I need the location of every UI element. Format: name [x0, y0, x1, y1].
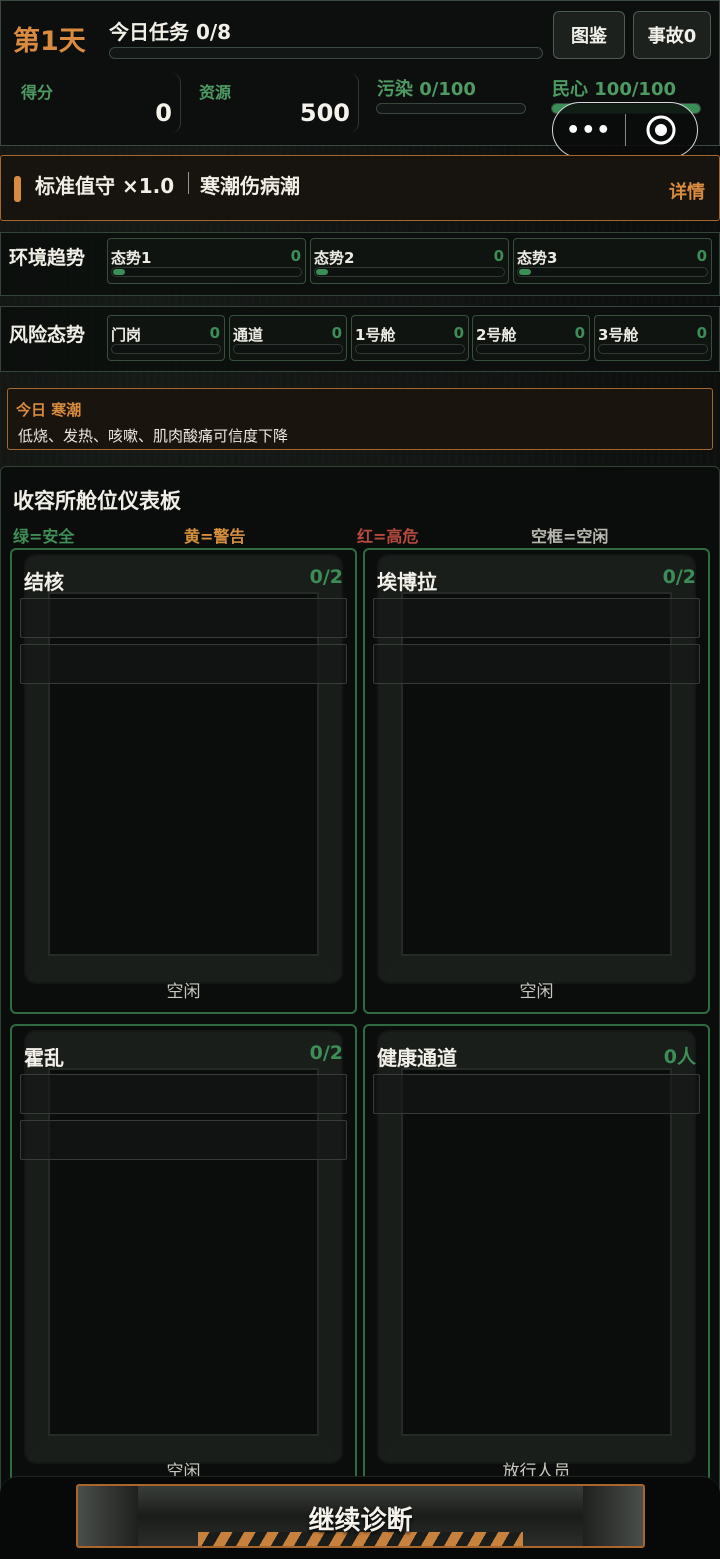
trend-label: 态势3 [517, 249, 558, 267]
bed-slot[interactable] [20, 1074, 347, 1114]
trend-bar-fill [316, 269, 328, 275]
resource-label: 资源 [199, 83, 232, 102]
ward-capacity: 0人 [663, 1046, 696, 1068]
ward-capacity: 0/2 [309, 1042, 343, 1064]
ward-ebola[interactable]: 埃博拉 0/2 空闲 [363, 548, 710, 1014]
trend-cell: 态势1 0 [107, 238, 306, 284]
trend-bar [314, 267, 505, 277]
event-label: 寒潮伤病潮 [200, 174, 300, 198]
bed-slot[interactable] [20, 1120, 347, 1160]
continue-diagnosis-label: 继续诊断 [308, 1506, 413, 1536]
day-label: 第1天 [13, 26, 86, 57]
trend-title: 环境趋势 [9, 247, 86, 269]
resource-box: 资源 500 [191, 73, 359, 133]
environment-trend-panel: 环境趋势 态势1 0 态势2 0 态势3 0 [0, 232, 720, 296]
morale-label: 民心 100/100 [552, 79, 676, 100]
mode-banner: 标准值守 ×1.0 寒潮伤病潮 详情 [0, 155, 720, 221]
risk-label: 门岗 [111, 326, 142, 344]
trend-bar-fill [113, 269, 125, 275]
today-event-description: 低烧、发热、咳嗽、肌肉酸痛可信度下降 [18, 427, 289, 445]
resource-value: 500 [299, 99, 350, 127]
risk-bar [476, 344, 586, 354]
bed-slot[interactable] [20, 598, 347, 638]
risk-bar [111, 344, 221, 354]
trend-value: 0 [696, 247, 707, 265]
continue-diagnosis-button[interactable]: 继续诊断 [76, 1484, 645, 1548]
legend-safe: 绿=安全 [13, 527, 75, 546]
risk-cell: 门岗 0 [107, 315, 225, 361]
today-event-notice: 今日 寒潮 低烧、发热、咳嗽、肌肉酸痛可信度下降 [7, 388, 713, 450]
risk-cell: 2号舱 0 [472, 315, 590, 361]
difficulty-label: 标准值守 ×1.0 [35, 174, 175, 198]
release-slot[interactable] [373, 1074, 700, 1114]
risk-cell: 3号舱 0 [594, 315, 712, 361]
trend-bar-fill [519, 269, 531, 275]
risk-cell: 1号舱 0 [351, 315, 469, 361]
details-link[interactable]: 详情 [669, 178, 705, 204]
trend-cell: 态势2 0 [310, 238, 509, 284]
trend-value: 0 [493, 247, 504, 265]
daily-task-progress-bar [109, 47, 543, 59]
risk-value: 0 [574, 324, 585, 342]
risk-label: 通道 [233, 326, 264, 344]
ward-name: 健康通道 [377, 1046, 457, 1070]
risk-cell: 通道 0 [229, 315, 347, 361]
risk-value: 0 [696, 324, 707, 342]
legend-warning: 黄=警告 [184, 527, 246, 546]
more-icon[interactable]: ••• [553, 118, 625, 143]
risk-label: 1号舱 [355, 326, 396, 344]
ward-name: 埃博拉 [377, 570, 437, 594]
ward-cholera[interactable]: 霍乱 0/2 空闲 [10, 1024, 357, 1494]
risk-bar [598, 344, 708, 354]
risk-status-panel: 风险态势 门岗 0 通道 0 1号舱 0 2号舱 0 3号舱 0 [0, 306, 720, 372]
incident-button[interactable]: 事故0 [633, 11, 711, 59]
trend-value: 0 [290, 247, 301, 265]
score-box: 得分 0 [13, 73, 181, 133]
risk-value: 0 [453, 324, 464, 342]
score-label: 得分 [21, 83, 54, 102]
ward-capacity: 0/2 [662, 566, 696, 588]
risk-label: 2号舱 [476, 326, 517, 344]
codex-button[interactable]: 图鉴 [553, 11, 625, 59]
risk-value: 0 [331, 324, 342, 342]
ward-status: 空闲 [519, 982, 554, 1002]
daily-task-label: 今日任务 0/8 [109, 20, 232, 44]
dashboard-title: 收容所舱位仪表板 [13, 489, 181, 513]
pollution-meter [376, 103, 526, 114]
bed-slot[interactable] [373, 644, 700, 684]
pollution-label: 污染 0/100 [377, 79, 476, 100]
close-target-icon[interactable] [626, 114, 698, 146]
risk-label: 3号舱 [598, 326, 639, 344]
bed-slot[interactable] [20, 644, 347, 684]
risk-title: 风险态势 [9, 324, 86, 346]
ward-status: 空闲 [166, 982, 201, 1002]
ward-name: 霍乱 [24, 1046, 64, 1070]
legend-danger: 红=高危 [357, 527, 419, 546]
mini-program-capsule: ••• [552, 102, 698, 158]
mode-divider [188, 172, 189, 194]
risk-bar [355, 344, 465, 354]
trend-label: 态势2 [314, 249, 355, 267]
score-value: 0 [155, 99, 172, 127]
risk-value: 0 [209, 324, 220, 342]
trend-bar [111, 267, 302, 277]
legend-idle: 空框=空闲 [531, 527, 609, 546]
trend-label: 态势1 [111, 249, 152, 267]
ward-healthy-channel[interactable]: 健康通道 0人 放行人员 [363, 1024, 710, 1494]
ward-tuberculosis[interactable]: 结核 0/2 空闲 [10, 548, 357, 1014]
risk-bar [233, 344, 343, 354]
ward-name: 结核 [24, 570, 64, 594]
trend-cell: 态势3 0 [513, 238, 712, 284]
trend-bar [517, 267, 708, 277]
mode-accent-bar [14, 176, 21, 202]
today-event-title: 今日 寒潮 [16, 401, 82, 419]
bed-slot[interactable] [373, 598, 700, 638]
ward-capacity: 0/2 [309, 566, 343, 588]
